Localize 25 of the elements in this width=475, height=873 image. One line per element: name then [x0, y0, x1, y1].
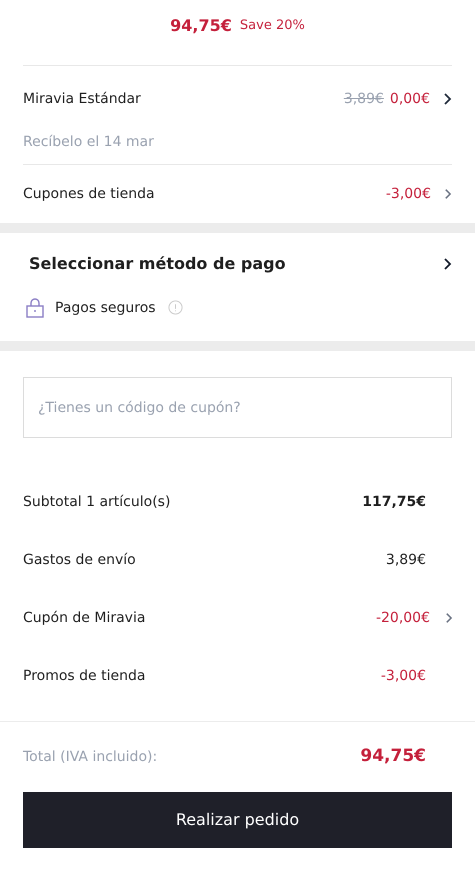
saving-label: Save 20%: [240, 17, 305, 36]
payment-method-title[interactable]: Seleccionar método de pago: [29, 252, 286, 276]
lock-icon: [25, 298, 45, 318]
summary-value: 117,75€: [362, 492, 426, 512]
discounted-price: 94,75€: [170, 15, 232, 37]
delivery-date: Recíbelo el 14 mar: [23, 133, 154, 152]
shipping-price: 0,00€: [390, 90, 430, 108]
summary-value: 3,89€: [386, 550, 426, 570]
summary-value: -3,00€: [380, 666, 426, 686]
summary-label: Promos de tienda: [23, 666, 146, 686]
place-order-button[interactable]: Realizar pedido: [23, 792, 452, 848]
summary-label: Gastos de envío: [23, 550, 136, 570]
store-coupons-value: -3,00€: [386, 184, 431, 204]
secure-payments-label: Pagos seguros: [55, 299, 156, 318]
summary-value: -20,00€: [376, 608, 430, 628]
coupon-code-field[interactable]: ¿Tienes un código de cupón?: [23, 377, 452, 438]
original-shipping-price: 3,89€: [344, 90, 384, 108]
total-label: Total (IVA incluido):: [23, 748, 158, 766]
chevron-right-icon[interactable]: [442, 257, 452, 271]
summary-label: Subtotal 1 artículo(s): [23, 492, 170, 512]
shipping-method: Miravia Estándar: [23, 90, 141, 108]
store-coupons-label: Cupones de tienda: [23, 184, 155, 204]
total-value: 94,75€: [360, 745, 426, 768]
summary-label: Cupón de Miravia: [23, 608, 146, 628]
chevron-right-icon[interactable]: [442, 92, 452, 106]
